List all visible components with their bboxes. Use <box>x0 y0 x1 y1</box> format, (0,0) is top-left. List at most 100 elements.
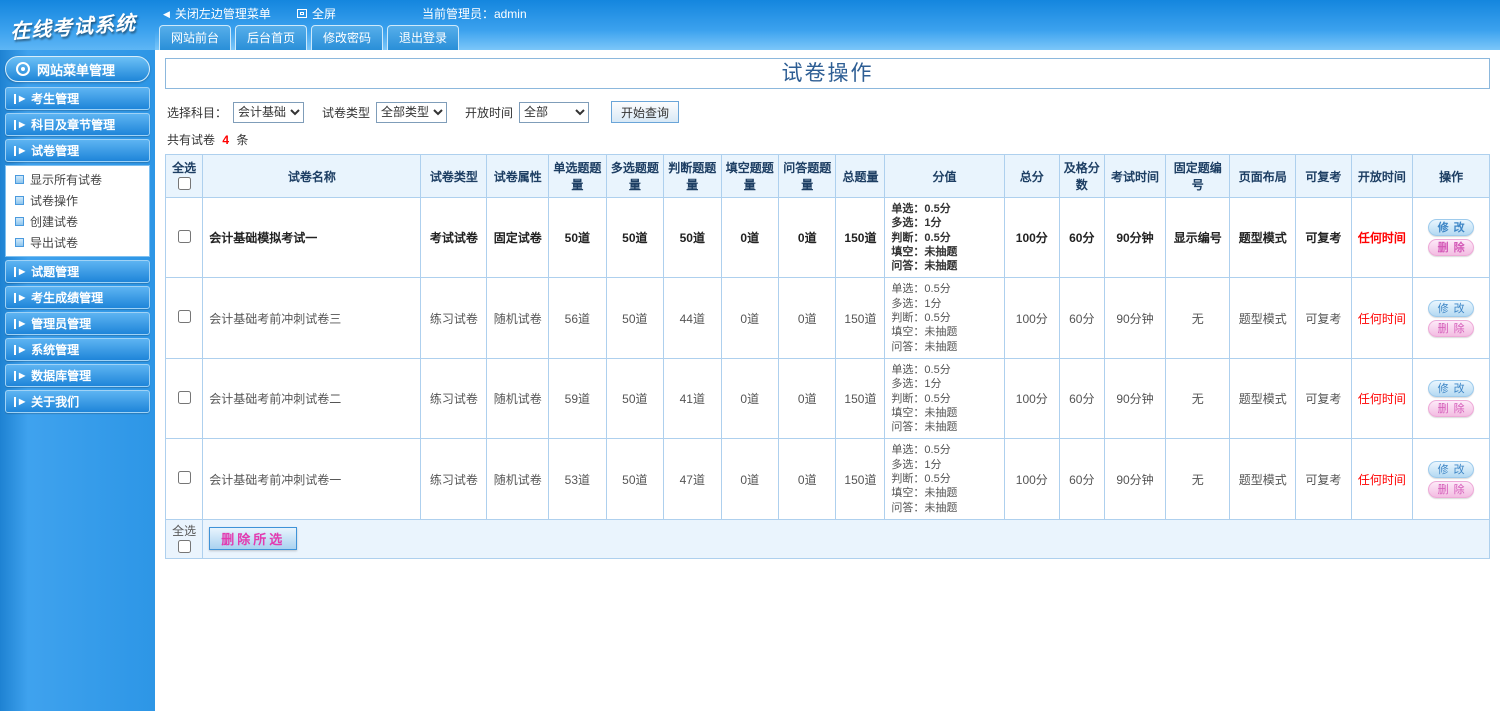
column-header: 操作 <box>1412 154 1490 198</box>
multi-choice-count-cell: 50道 <box>605 357 665 440</box>
sidebar-item-label: 关于我们 <box>31 395 80 409</box>
menu-arrow-icon: ▶ <box>14 119 25 130</box>
edit-button[interactable]: 修改 <box>1428 380 1475 398</box>
delete-button[interactable]: 删除 <box>1428 319 1475 337</box>
open-time-select[interactable]: 全部 <box>519 101 590 123</box>
sidebar-item[interactable]: ▶ 管理员管理 <box>5 312 150 335</box>
close-menu-label: 关闭左边管理菜单 <box>174 7 271 21</box>
fullscreen-button[interactable]: 全屏 <box>296 5 336 22</box>
menu-arrow-icon: ▶ <box>14 318 25 329</box>
submenu-item[interactable]: 试卷操作 <box>6 190 149 211</box>
search-button[interactable]: 开始查询 <box>611 101 680 123</box>
score-detail-cell: 单选：0.5分 多选：1分 判断：0.5分 填空：未抽题 问答：未抽题 <box>884 438 1005 520</box>
edit-button[interactable]: 修改 <box>1428 460 1475 478</box>
judge-count-cell: 47道 <box>663 438 722 520</box>
close-menu-button[interactable]: ◀ 关闭左边管理菜单 <box>163 5 271 22</box>
paper-name-cell: 会计基础考前冲刺试卷三 <box>202 277 422 359</box>
page-layout-cell: 题型模式 <box>1229 357 1297 440</box>
pass-score-cell: 60分 <box>1058 357 1105 440</box>
sidebar-item[interactable]: ▶ 试题管理 <box>5 260 150 283</box>
paper-attribute-cell: 随机试卷 <box>486 357 550 440</box>
score-line: 单选：0.5分 <box>891 203 951 215</box>
menu-arrow-icon: ▶ <box>14 370 25 381</box>
qa-count-cell: 0道 <box>777 438 837 520</box>
paper-attribute-cell: 随机试卷 <box>486 277 550 359</box>
row-checkbox[interactable] <box>177 390 191 404</box>
papers-table: 全选 试卷名称 试卷类型 试卷属性 单选题题量 多选题题量 判断题题量 填空题题量 问答题题量总… <box>164 154 1490 559</box>
submenu-item[interactable]: 创建试卷 <box>6 211 149 232</box>
paper-type-cell: 练习试卷 <box>420 438 488 520</box>
row-checkbox[interactable] <box>177 310 191 324</box>
column-header: 页面布局 <box>1229 154 1297 198</box>
footer-select-all-checkbox[interactable] <box>177 539 191 553</box>
tab-logout[interactable]: 退出登录 <box>387 25 460 50</box>
menu-arrow-icon: ▶ <box>14 344 25 355</box>
submenu-item[interactable]: 显示所有试卷 <box>6 169 149 190</box>
score-line: 填空：未抽题 <box>891 487 958 500</box>
delete-button[interactable]: 删除 <box>1428 480 1475 498</box>
submenu-item-label: 导出试卷 <box>30 236 79 250</box>
sidebar-item[interactable]: ▶ 系统管理 <box>5 338 150 361</box>
page-layout-cell: 题型模式 <box>1229 438 1297 520</box>
sidebar-menu-header[interactable]: 网站菜单管理 <box>5 56 150 82</box>
row-select-cell <box>164 196 204 279</box>
top-header: ◀ 关闭左边管理菜单 全屏 当前管理员：admin 网站前台 后台首页 修改密码… <box>155 0 1500 50</box>
paper-name-cell: 会计基础模拟考试一 <box>202 196 422 279</box>
score-line: 单选：0.5分 <box>891 363 951 376</box>
exam-duration-cell: 90分钟 <box>1103 196 1167 279</box>
sidebar-item[interactable]: ▶ 考生成绩管理 <box>5 286 150 309</box>
page: 在线考试系统 网站菜单管理 ▶ 考生管理 ▶ 科目及章节管理 ▶ 试卷管理 显示所有试卷 试卷… <box>0 0 1500 711</box>
column-header: 总分 <box>1003 154 1060 198</box>
paper-count: 4 <box>222 133 230 147</box>
edit-button[interactable]: 修改 <box>1428 219 1475 237</box>
paper-name-cell: 会计基础考前冲刺试卷二 <box>202 357 422 440</box>
sidebar-item[interactable]: ▶ 考生管理 <box>5 87 150 110</box>
sidebar-item[interactable]: ▶ 关于我们 <box>5 390 150 413</box>
row-checkbox[interactable] <box>177 229 191 243</box>
tab-site-front[interactable]: 网站前台 <box>159 25 232 50</box>
score-line: 判断：0.5分 <box>891 392 951 405</box>
edit-button[interactable]: 修改 <box>1428 299 1475 317</box>
column-header: 及格分数 <box>1058 154 1105 198</box>
total-questions-cell: 150道 <box>835 196 886 279</box>
score-line: 判断：0.5分 <box>891 312 951 325</box>
multi-choice-count-cell: 50道 <box>605 196 665 279</box>
delete-selected-button[interactable]: 删除所选 <box>209 527 298 551</box>
score-line: 多选：1分 <box>891 458 942 471</box>
column-header: 可复考 <box>1295 154 1352 198</box>
page-layout-cell: 题型模式 <box>1229 277 1297 359</box>
sidebar-item[interactable]: ▶ 科目及章节管理 <box>5 113 150 136</box>
column-header: 判断题题量 <box>663 154 722 198</box>
row-checkbox[interactable] <box>177 471 191 485</box>
paper-type-select[interactable]: 全部类型 <box>376 101 448 123</box>
type-filter-label: 试卷类型 <box>322 105 371 120</box>
menu-arrow-icon: ▶ <box>14 292 25 303</box>
table-footer-row: 全选 删除所选 <box>164 518 1490 559</box>
operations-cell: 修改 删除 <box>1412 196 1490 279</box>
total-questions-cell: 150道 <box>835 277 886 359</box>
single-choice-count-cell: 53道 <box>548 438 607 520</box>
total-score-cell: 100分 <box>1003 196 1060 279</box>
current-admin-label: 当前管理员：admin <box>421 7 527 21</box>
subject-select[interactable]: 会计基础 <box>233 101 305 123</box>
select-all-checkbox[interactable] <box>177 177 191 190</box>
sidebar-item[interactable]: ▶ 数据库管理 <box>5 364 150 387</box>
fixed-number-cell: 无 <box>1165 438 1231 520</box>
tab-change-password[interactable]: 修改密码 <box>311 25 384 50</box>
retake-cell: 可复考 <box>1295 438 1352 520</box>
list-icon <box>15 175 24 184</box>
menu-arrow-icon: ▶ <box>14 266 25 277</box>
sidebar-item[interactable]: ▶ 试卷管理 <box>5 139 150 162</box>
fill-blank-count-cell: 0道 <box>720 196 780 279</box>
retake-cell: 可复考 <box>1295 357 1352 440</box>
column-header: 固定题编号 <box>1165 154 1231 198</box>
time-filter-label: 开放时间 <box>465 105 514 120</box>
sidebar-item-label: 试题管理 <box>31 265 80 279</box>
fill-blank-count-cell: 0道 <box>720 277 780 359</box>
submenu-item[interactable]: 导出试卷 <box>6 232 149 253</box>
delete-button[interactable]: 删除 <box>1428 400 1475 418</box>
delete-button[interactable]: 删除 <box>1428 239 1475 257</box>
single-choice-count-cell: 50道 <box>548 196 607 279</box>
tab-admin-home[interactable]: 后台首页 <box>235 25 308 50</box>
paper-row: 会计基础考前冲刺试卷一 练习试卷 随机试卷 53道 50道 47道 0道 0道 150道 单选：0… <box>164 438 1490 520</box>
